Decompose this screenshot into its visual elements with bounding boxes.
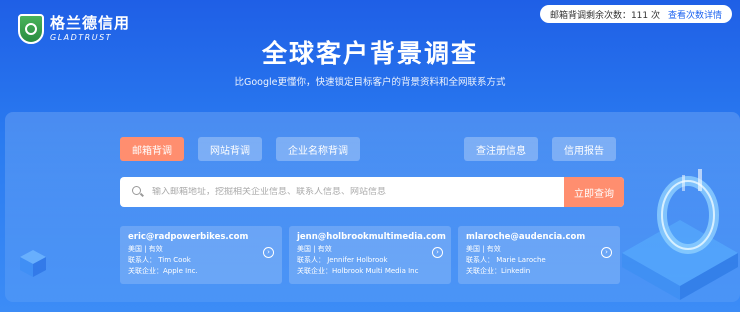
chevron-right-icon[interactable]: ›	[432, 247, 443, 258]
chevron-right-icon[interactable]: ›	[263, 247, 274, 258]
card-email: jenn@holbrookmultimedia.com	[297, 232, 446, 242]
ring-platform-decoration-icon	[622, 169, 738, 300]
example-card[interactable]: eric@radpowerbikes.com 美国 | 有效 联系人： Tim …	[120, 226, 282, 284]
quota-text: 邮箱背调剩余次数：111 次	[549, 10, 660, 21]
credit-report-button[interactable]: 信用报告	[552, 137, 616, 161]
card-contact: 联系人： Tim Cook	[128, 256, 191, 264]
registration-info-button[interactable]: 查注册信息	[464, 137, 538, 161]
tab-company-name-check[interactable]: 企业名称背调	[276, 137, 360, 161]
card-email: mlaroche@audencia.com	[466, 232, 586, 242]
example-card[interactable]: jenn@holbrookmultimedia.com 美国 | 有效 联系人：…	[289, 226, 451, 284]
card-company: 关联企业：Linkedin	[466, 267, 531, 275]
chevron-right-icon[interactable]: ›	[601, 247, 612, 258]
card-region-status: 美国 | 有效	[128, 245, 163, 253]
example-card[interactable]: mlaroche@audencia.com 美国 | 有效 联系人： Marie…	[458, 226, 620, 284]
quota-bar: 邮箱背调剩余次数：111 次 查看次数详情	[539, 5, 732, 23]
card-contact: 联系人： Marie Laroche	[466, 256, 546, 264]
search-icon	[132, 186, 144, 198]
search-button[interactable]: 立即查询	[564, 177, 624, 207]
search-type-tabs: 邮箱背调 网站背调 企业名称背调	[120, 137, 360, 161]
card-company: 关联企业：Apple Inc.	[128, 267, 198, 275]
card-region-status: 美国 | 有效	[466, 245, 501, 253]
brand-name-cn: 格兰德信用	[50, 14, 131, 32]
tab-website-check[interactable]: 网站背调	[198, 137, 262, 161]
card-company: 关联企业：Holbrook Multi Media Inc	[297, 267, 419, 275]
search-bar: 立即查询	[120, 177, 624, 207]
card-region-status: 美国 | 有效	[297, 245, 332, 253]
page-subtitle: 比Google更懂你，快速锁定目标客户的背景资料和全网联系方式	[234, 77, 506, 88]
extra-actions: 查注册信息 信用报告	[464, 137, 616, 161]
card-contact: 联系人： Jennifer Holbrook	[297, 256, 388, 264]
tab-email-check[interactable]: 邮箱背调	[120, 137, 184, 161]
search-input[interactable]	[152, 187, 564, 197]
example-cards: eric@radpowerbikes.com 美国 | 有效 联系人： Tim …	[120, 226, 620, 284]
cube-decoration-icon	[20, 250, 46, 277]
card-email: eric@radpowerbikes.com	[128, 232, 249, 242]
quota-detail-link[interactable]: 查看次数详情	[668, 8, 722, 21]
page-title: 全球客户背景调查	[261, 39, 478, 68]
